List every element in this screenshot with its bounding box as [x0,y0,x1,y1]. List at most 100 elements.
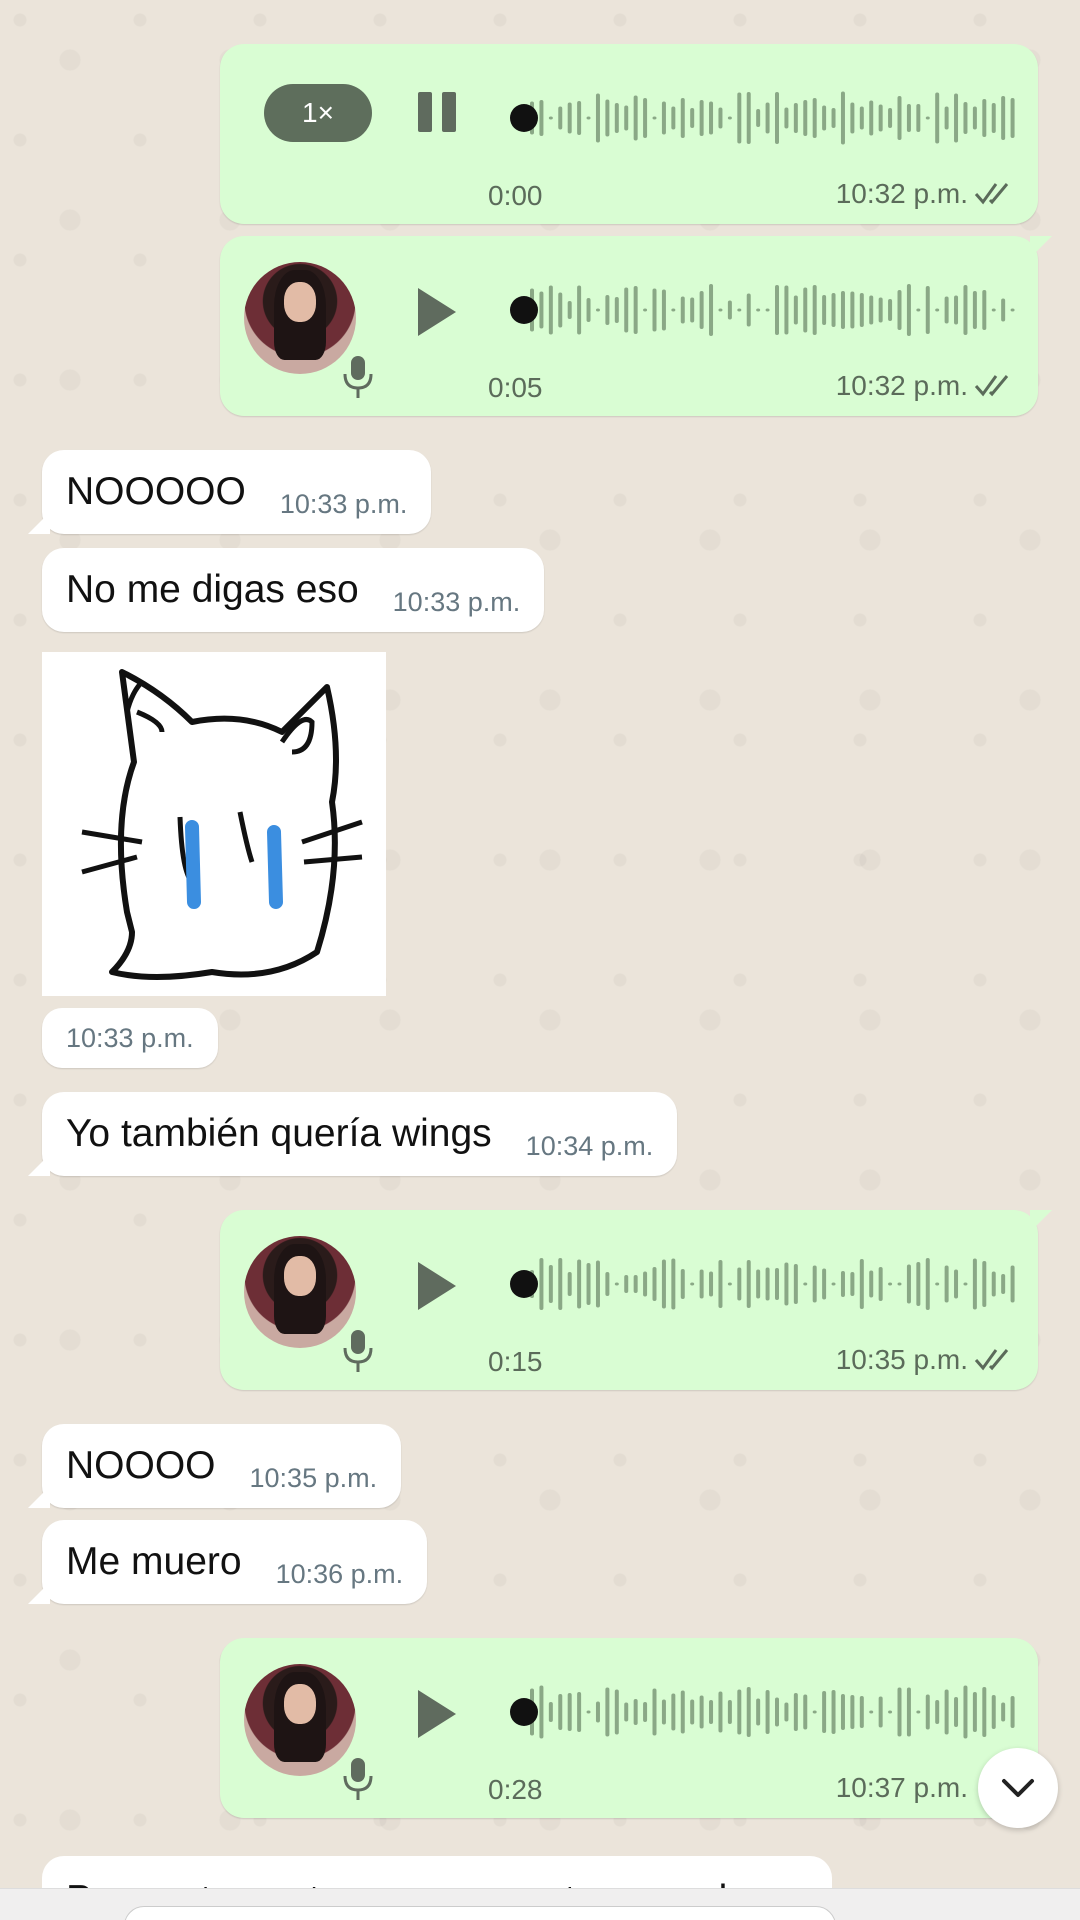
waveform-bar [643,98,648,138]
waveform-bar [577,1692,582,1732]
play-button[interactable] [410,1258,460,1314]
incoming-message[interactable]: Yo también quería wings 10:34 p.m. [27,1092,678,1176]
waveform-bar [605,295,610,325]
waveform-bar [935,308,940,312]
waveform-bar [822,295,827,325]
incoming-message[interactable]: NOOOO 10:35 p.m. [27,1424,402,1508]
voice-message[interactable]: 0:28 10:37 p.m. [220,1638,1038,1818]
playhead-knob[interactable] [510,296,538,324]
voice-message[interactable]: 0:05 10:32 p.m. [220,236,1052,416]
sticker-crying-cat[interactable] [42,652,386,996]
waveform-bar [614,1689,619,1735]
message-text: Yo también quería wings [66,1112,492,1155]
voice-message[interactable]: 1× 0:00 10:32 p.m. [220,44,1038,224]
pause-button[interactable] [410,92,460,148]
waveform-bar [548,116,553,120]
play-icon [418,288,456,336]
waveform-bar [737,1689,742,1735]
scroll-to-bottom-button[interactable] [978,1748,1058,1828]
waveform-bar [916,1710,921,1714]
message-text: Me muero [66,1540,242,1583]
waveform-bar [661,1699,666,1725]
waveform-bar [831,293,836,327]
voice-message[interactable]: 0:15 10:35 p.m. [220,1210,1052,1390]
waveform-bar [906,1264,911,1304]
waveform-bar [746,1260,751,1308]
waveform-bar [624,105,629,131]
waveform-bar [963,1685,968,1739]
waveform-slider[interactable] [510,280,1020,340]
waveform-bar [972,1258,977,1310]
waveform-bar [840,291,845,329]
play-icon [418,1262,456,1310]
waveform-slider[interactable] [510,1254,1020,1314]
waveform-bar [671,1258,676,1310]
playhead-knob[interactable] [510,1270,538,1298]
waveform-bar [982,1687,987,1737]
waveform-bar [539,100,544,136]
waveform-bar [709,1271,714,1297]
play-button[interactable] [410,284,460,340]
waveform-bar [671,308,676,312]
waveform-bar [709,284,714,336]
avatar [244,262,373,398]
waveform-bar [906,284,911,336]
waveform-bar [643,1271,648,1297]
waveform-bar [567,301,572,319]
waveform-bar [661,101,666,135]
waveform-bar [775,1697,779,1727]
waveform-bar [727,1282,732,1286]
waveform-bar [737,308,742,312]
chat-thread[interactable]: 1× 0:00 10:32 p.m. 0:05 10:32 p.m. NOOOO… [0,0,1080,1920]
waveform-bar [775,92,779,144]
waveform-bar [595,308,600,312]
waveform-bar [897,96,902,140]
waveform-bar [775,1268,779,1300]
waveform-bar [944,1689,949,1735]
waveform-bar [831,1282,836,1286]
waveform-bar [746,92,751,144]
incoming-message[interactable]: NOOOOO 10:33 p.m. [27,450,432,534]
waveform-bar [1001,1702,1006,1722]
waveform-bar [812,98,817,138]
waveform-bar [756,1269,761,1299]
waveform-bar [690,297,695,323]
waveform-bar [803,287,808,333]
waveform-bar [595,93,600,143]
waveform-bar [699,291,704,329]
waveform-bar [633,286,638,334]
waveform-bar [718,107,723,129]
waveform-bar [680,1269,685,1299]
message-time: 10:37 p.m. [835,1772,968,1803]
waveform-bar [1001,1274,1006,1294]
waveform-bar [822,1268,827,1300]
waveform-bar [944,1265,949,1303]
message-input[interactable] [124,1906,836,1920]
waveform-bar [906,1687,911,1737]
waveform-bar [718,308,723,312]
playhead-knob[interactable] [510,1698,538,1726]
waveform-bar [595,1701,600,1723]
waveform-bar [633,1275,638,1293]
incoming-message[interactable]: Me muero 10:36 p.m. [27,1520,428,1604]
waveform-slider[interactable] [510,88,1020,148]
waveform-bar [935,92,940,144]
waveform-bar [916,308,921,312]
waveform-bar [954,1697,959,1727]
waveform-bar [916,1262,921,1306]
avatar [244,1664,373,1800]
waveform-bar [690,1282,695,1286]
playback-speed-button[interactable]: 1× [264,84,372,142]
avatar [244,1236,373,1372]
waveform-bar [897,290,902,330]
waveform-bar [840,1271,845,1297]
waveform-bar [765,102,770,134]
waveform-slider[interactable] [510,1682,1020,1742]
waveform-bar [680,1690,685,1734]
waveform-bar [822,105,827,131]
waveform-bar [624,287,629,333]
play-button[interactable] [410,1686,460,1742]
incoming-message[interactable]: No me digas eso 10:33 p.m. [42,548,545,632]
playhead-knob[interactable] [510,104,538,132]
chevron-down-icon [1002,1779,1034,1797]
